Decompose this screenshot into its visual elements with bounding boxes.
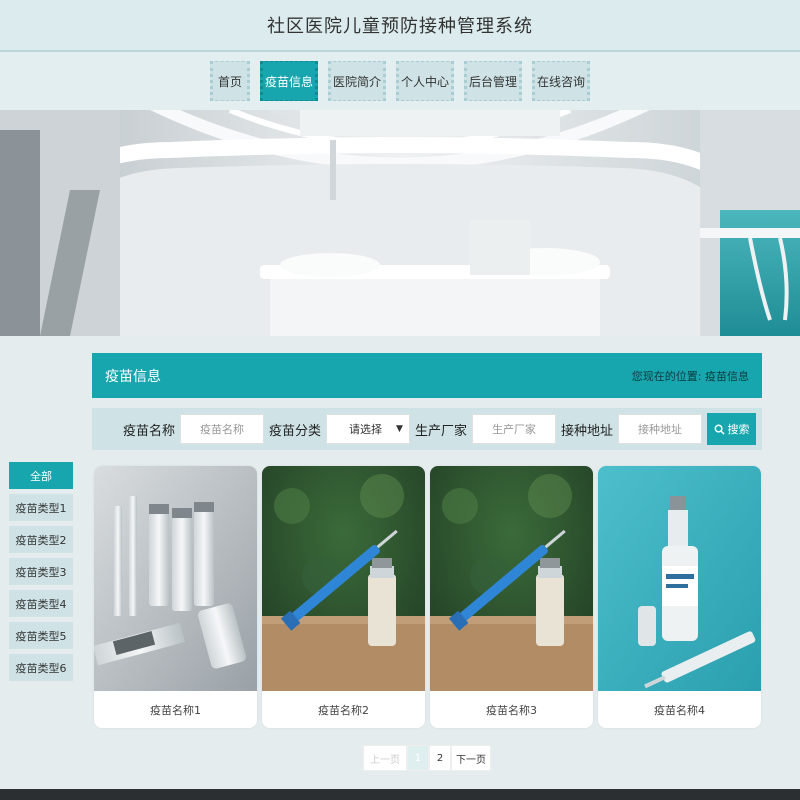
chevron-down-icon: ▼ bbox=[396, 424, 403, 434]
vaccine-name-label: 疫苗名称 bbox=[122, 423, 175, 439]
next-page-button[interactable]: 下一页 bbox=[451, 745, 491, 771]
vaccine-category-value: 请选择 bbox=[348, 423, 382, 436]
vaccine-name[interactable]: 疫苗名称3 bbox=[430, 691, 593, 728]
vaccine-category-select[interactable]: 请选择 ▼ bbox=[325, 414, 410, 444]
category-item[interactable]: 疫苗类型6 bbox=[9, 654, 73, 681]
category-item[interactable]: 疫苗类型5 bbox=[9, 622, 73, 649]
breadcrumb-current[interactable]: 疫苗信息 bbox=[705, 370, 749, 383]
address-label: 接种地址 bbox=[560, 423, 613, 439]
nav-item-vaccine-info[interactable]: 疫苗信息 bbox=[260, 61, 318, 101]
vaccine-name[interactable]: 疫苗名称4 bbox=[598, 691, 761, 728]
vaccine-image[interactable] bbox=[94, 466, 257, 691]
vaccine-category-label: 疫苗分类 bbox=[268, 423, 321, 439]
vaccine-name[interactable]: 疫苗名称2 bbox=[262, 691, 425, 728]
nav-item-personal-center[interactable]: 个人中心 bbox=[396, 61, 454, 101]
nav-label: 疫苗信息 bbox=[264, 74, 313, 89]
breadcrumb-prefix: 您现在的位置: bbox=[631, 369, 702, 383]
vaccine-card[interactable]: 疫苗名称2 bbox=[262, 466, 425, 728]
vaccine-card[interactable]: 疫苗名称3 bbox=[430, 466, 593, 728]
category-list: 全部 疫苗类型1 疫苗类型2 疫苗类型3 疫苗类型4 疫苗类型5 疫苗类型6 bbox=[9, 462, 73, 686]
vaccine-name[interactable]: 疫苗名称1 bbox=[94, 691, 257, 728]
section-title: 疫苗信息 bbox=[105, 368, 161, 385]
nav-item-hospital-intro[interactable]: 医院简介 bbox=[328, 61, 386, 101]
search-icon bbox=[714, 424, 725, 435]
search-bar: 疫苗名称 疫苗名称 疫苗分类 请选择 ▼ 生产厂家 生产厂家 接种地址 接种地址… bbox=[92, 408, 762, 450]
page-button[interactable]: 1 bbox=[407, 745, 429, 771]
vaccine-image[interactable] bbox=[262, 466, 425, 691]
vaccine-card[interactable]: 疫苗名称1 bbox=[94, 466, 257, 728]
nav-label: 首页 bbox=[217, 74, 242, 89]
vaccine-image[interactable] bbox=[430, 466, 593, 691]
category-item[interactable]: 疫苗类型4 bbox=[9, 590, 73, 617]
bottom-strip bbox=[0, 789, 800, 800]
nav-item-admin[interactable]: 后台管理 bbox=[464, 61, 522, 101]
category-item[interactable]: 疫苗类型1 bbox=[9, 494, 73, 521]
vaccine-card[interactable]: 疫苗名称4 bbox=[598, 466, 761, 728]
page-button[interactable]: 2 bbox=[429, 745, 451, 771]
vaccine-name-input[interactable]: 疫苗名称 bbox=[179, 414, 264, 444]
manufacturer-label: 生产厂家 bbox=[414, 423, 467, 439]
nav-item-online-consult[interactable]: 在线咨询 bbox=[532, 61, 590, 101]
manufacturer-input[interactable]: 生产厂家 bbox=[471, 414, 556, 444]
breadcrumb: 您现在的位置: 疫苗信息 bbox=[632, 368, 749, 384]
search-button[interactable]: 搜索 bbox=[707, 413, 756, 445]
nav-label: 后台管理 bbox=[468, 74, 517, 89]
category-item-all[interactable]: 全部 bbox=[9, 462, 73, 489]
address-input[interactable]: 接种地址 bbox=[618, 414, 702, 444]
nav-label: 个人中心 bbox=[400, 74, 449, 89]
prev-page-button[interactable]: 上一页 bbox=[363, 745, 407, 771]
banner-image bbox=[0, 110, 800, 336]
main-nav: 首页 疫苗信息 医院简介 个人中心 后台管理 在线咨询 bbox=[0, 52, 800, 110]
nav-label: 医院简介 bbox=[332, 74, 381, 89]
section-title-bar: 疫苗信息 您现在的位置: 疫苗信息 bbox=[92, 353, 762, 398]
vaccine-image[interactable] bbox=[598, 466, 761, 691]
site-title: 社区医院儿童预防接种管理系统 bbox=[267, 16, 533, 37]
pagination: 上一页 1 2 下一页 bbox=[363, 745, 491, 771]
site-header: 社区医院儿童预防接种管理系统 bbox=[0, 0, 800, 52]
category-item[interactable]: 疫苗类型2 bbox=[9, 526, 73, 553]
category-item[interactable]: 疫苗类型3 bbox=[9, 558, 73, 585]
nav-item-home[interactable]: 首页 bbox=[210, 61, 250, 101]
search-button-label: 搜索 bbox=[727, 423, 750, 436]
nav-label: 在线咨询 bbox=[536, 74, 585, 89]
